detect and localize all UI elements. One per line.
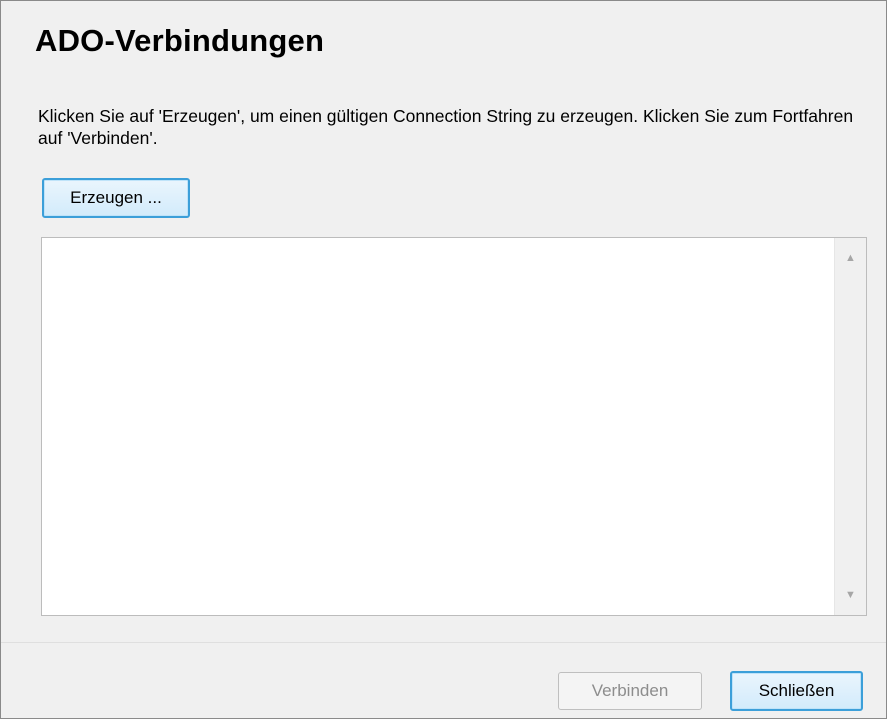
generate-button[interactable]: Erzeugen ... [42,178,190,218]
scroll-down-arrow-icon[interactable]: ▼ [835,577,866,613]
instructions-text: Klicken Sie auf 'Erzeugen', um einen gül… [38,106,854,148]
connect-button[interactable]: Verbinden [558,672,702,710]
connection-string-input[interactable] [42,238,832,615]
connection-string-box: ▲ ▼ [41,237,867,616]
close-button[interactable]: Schließen [730,671,863,711]
footer-separator [1,642,886,643]
ado-connections-dialog: ADO-Verbindungen Klicken Sie auf 'Erzeug… [0,0,887,719]
scroll-up-arrow-icon[interactable]: ▲ [835,240,866,276]
dialog-title: ADO-Verbindungen [35,23,325,58]
vertical-scrollbar[interactable]: ▲ ▼ [834,238,866,615]
